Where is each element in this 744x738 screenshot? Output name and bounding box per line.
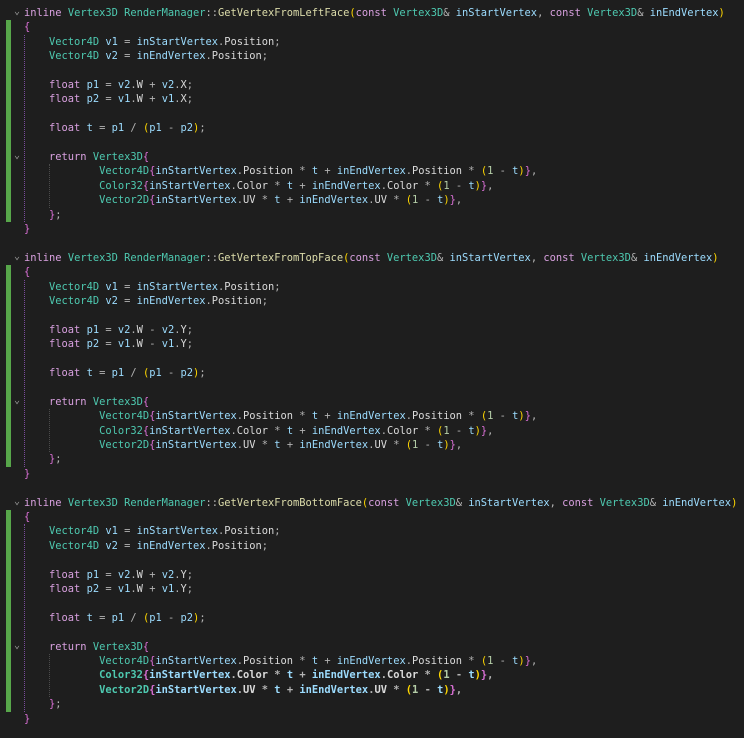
chevron-down-icon[interactable]: ⌄ [12,496,22,510]
change-indicator-bar [6,510,11,712]
chevron-down-icon[interactable]: ⌄ [12,640,22,654]
change-indicator-bar [6,20,11,222]
chevron-down-icon[interactable]: ⌄ [12,6,22,20]
code-editor[interactable]: ⌄ ⌄ inline Vertex3D RenderManager::GetVert… [0,0,744,738]
chevron-down-icon[interactable]: ⌄ [12,251,22,265]
chevron-down-icon[interactable]: ⌄ [12,395,22,409]
change-indicator-bar [6,265,11,467]
chevron-down-icon[interactable]: ⌄ [12,150,22,164]
